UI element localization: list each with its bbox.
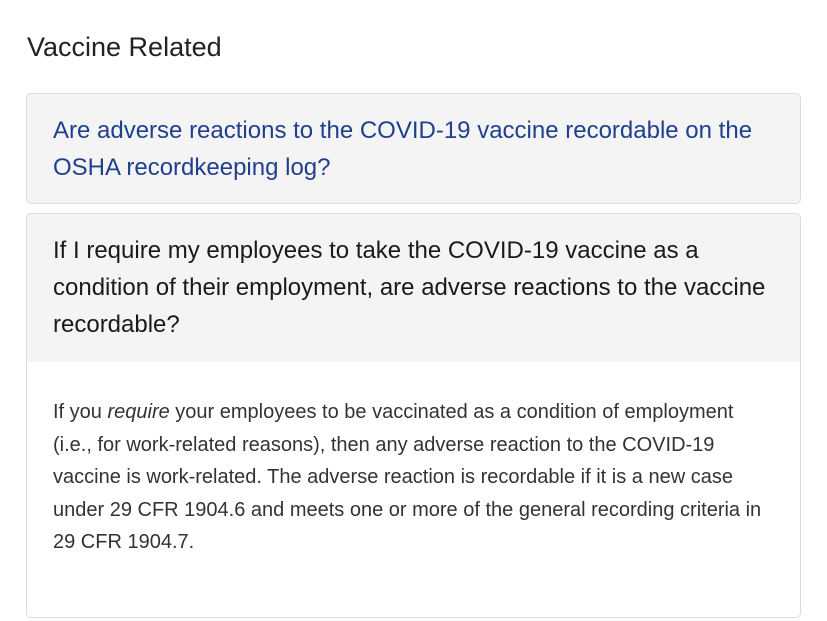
section-title: Vaccine Related bbox=[27, 32, 222, 62]
faq-panel-collapsed[interactable]: Are adverse reactions to the COVID-19 va… bbox=[26, 93, 801, 204]
faq-answer: If you require your employees to be vacc… bbox=[27, 362, 800, 617]
answer-text-rest: your employees to be vaccinated as a con… bbox=[53, 401, 762, 553]
faq-panel-expanded: If I require my employees to take the CO… bbox=[26, 213, 801, 618]
faq-question-header[interactable]: If I require my employees to take the CO… bbox=[27, 214, 800, 363]
answer-emphasis: require bbox=[107, 401, 170, 423]
answer-text-start: If you bbox=[53, 401, 108, 423]
faq-question-link[interactable]: Are adverse reactions to the COVID-19 va… bbox=[27, 94, 800, 186]
